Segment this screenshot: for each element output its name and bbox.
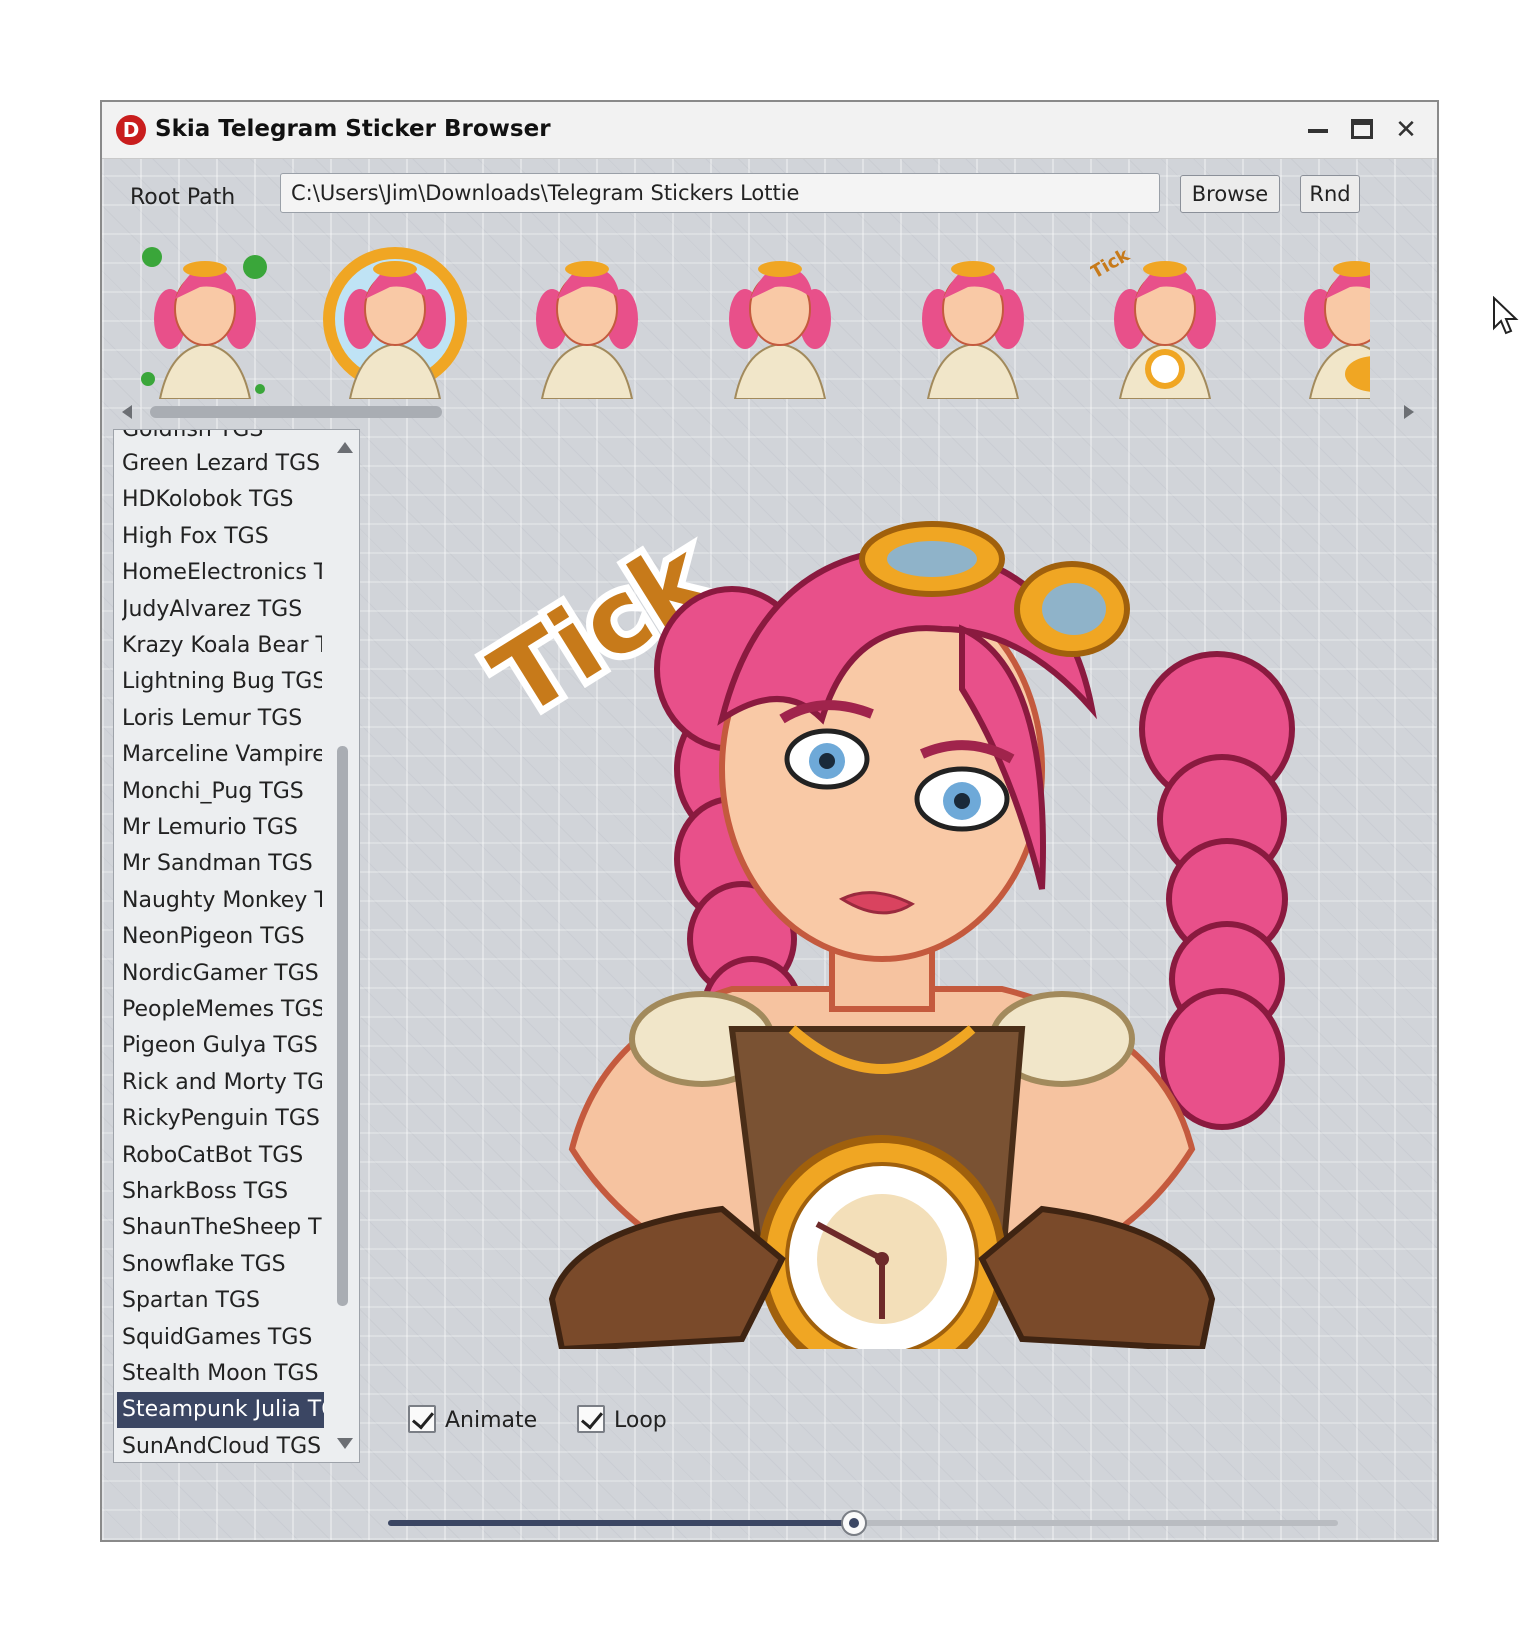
sticker-preview-image: Tick (466, 511, 1295, 1383)
list-item[interactable]: SharkBoss TGS (122, 1174, 322, 1210)
list-item[interactable]: HomeElectronics TGS (122, 555, 322, 591)
list-item[interactable]: Loris Lemur TGS (122, 701, 322, 737)
minimize-button[interactable] (1300, 112, 1336, 148)
list-item[interactable]: Rick and Morty TGS (122, 1065, 322, 1101)
sticker-thumbnail-strip[interactable]: Tick (120, 239, 1370, 399)
scroll-right-arrow-icon[interactable] (1404, 405, 1414, 419)
list-item[interactable]: Steampunk Julia TGS (117, 1392, 324, 1429)
list-item[interactable]: Mr Sandman TGS (122, 846, 322, 882)
list-item[interactable]: High Fox TGS (122, 519, 322, 555)
loop-label: Loop (614, 1408, 667, 1433)
list-item[interactable]: Spartan TGS (122, 1283, 322, 1319)
list-item[interactable]: Naughty Monkey TGS (122, 883, 322, 919)
list-item[interactable]: Snowflake TGS (122, 1247, 322, 1283)
list-item[interactable]: Pigeon Gulya TGS (122, 1028, 322, 1064)
sticker-thumbnail[interactable]: Tick (1090, 239, 1240, 399)
sticker-preview: Tick (402, 469, 1322, 1383)
list-item[interactable]: Lightning Bug TGS (122, 664, 322, 700)
animate-label: Animate (445, 1408, 538, 1433)
slider-handle[interactable] (840, 1510, 867, 1536)
list-item[interactable]: Marceline Vampire TGS (122, 737, 322, 773)
close-icon: ✕ (1395, 115, 1417, 145)
list-item[interactable]: JudyAlvarez TGS (122, 592, 322, 628)
maximize-icon (1351, 119, 1373, 139)
sticker-pack-list[interactable]: Goldfish TGS Green Lezard TGS HDKolobok TG… (113, 429, 360, 1463)
maximize-button[interactable] (1344, 112, 1380, 148)
sticker-thumbnail[interactable] (1280, 239, 1370, 399)
main-content: Root Path C:\Users\Jim\Downloads\Telegra… (102, 159, 1437, 1540)
loop-checkbox[interactable] (577, 1405, 605, 1433)
scroll-left-arrow-icon[interactable] (122, 405, 132, 419)
list-item[interactable]: PeopleMemes TGS (122, 992, 322, 1028)
list-item[interactable]: ShaunTheSheep TGS (122, 1210, 322, 1246)
scroll-down-arrow-icon[interactable] (337, 1438, 353, 1449)
list-item[interactable]: NordicGamer TGS (122, 956, 322, 992)
scroll-up-arrow-icon[interactable] (337, 442, 353, 453)
minimize-icon (1308, 129, 1328, 133)
list-item[interactable]: SquidGames TGS (122, 1320, 322, 1356)
sticker-thumbnail[interactable] (898, 239, 1048, 399)
list-item[interactable]: NeonPigeon TGS (122, 919, 322, 955)
list-item[interactable]: SunAndCloud TGS (122, 1429, 322, 1462)
thumbnail-caption: Tick (1090, 244, 1134, 283)
list-item[interactable]: Krazy Koala Bear TGS (122, 628, 322, 664)
app-window: D Skia Telegram Sticker Browser ✕ Root P… (100, 100, 1439, 1542)
list-item[interactable]: RoboCatBot TGS (122, 1138, 322, 1174)
list-item[interactable]: RickyPenguin TGS (122, 1101, 322, 1137)
vertical-scrollbar-thumb[interactable] (337, 746, 348, 1306)
sticker-thumbnail[interactable] (320, 239, 470, 399)
title-bar: D Skia Telegram Sticker Browser ✕ (102, 102, 1437, 159)
animate-checkbox[interactable] (408, 1405, 436, 1433)
sticker-thumbnail[interactable] (130, 239, 280, 399)
list-item[interactable]: Mr Lemurio TGS (122, 810, 322, 846)
slider-fill (388, 1520, 854, 1526)
mouse-cursor-icon (1493, 296, 1519, 335)
horizontal-scrollbar-thumb[interactable] (150, 406, 442, 418)
list-item[interactable]: Green Lezard TGS (122, 446, 322, 482)
close-button[interactable]: ✕ (1388, 112, 1424, 148)
sticker-thumbnail[interactable] (705, 239, 855, 399)
root-path-input[interactable]: C:\Users\Jim\Downloads\Telegram Stickers… (280, 173, 1160, 213)
browse-button[interactable]: Browse (1180, 175, 1280, 213)
window-title: Skia Telegram Sticker Browser (155, 116, 551, 142)
random-button[interactable]: Rnd (1300, 175, 1360, 213)
app-logo-icon: D (116, 115, 146, 145)
list-item[interactable]: HDKolobok TGS (122, 482, 322, 518)
root-path-label: Root Path (130, 185, 236, 210)
list-item[interactable]: Monchi_Pug TGS (122, 774, 322, 810)
list-item[interactable]: Stealth Moon TGS (122, 1356, 322, 1392)
sticker-thumbnail[interactable] (512, 239, 662, 399)
